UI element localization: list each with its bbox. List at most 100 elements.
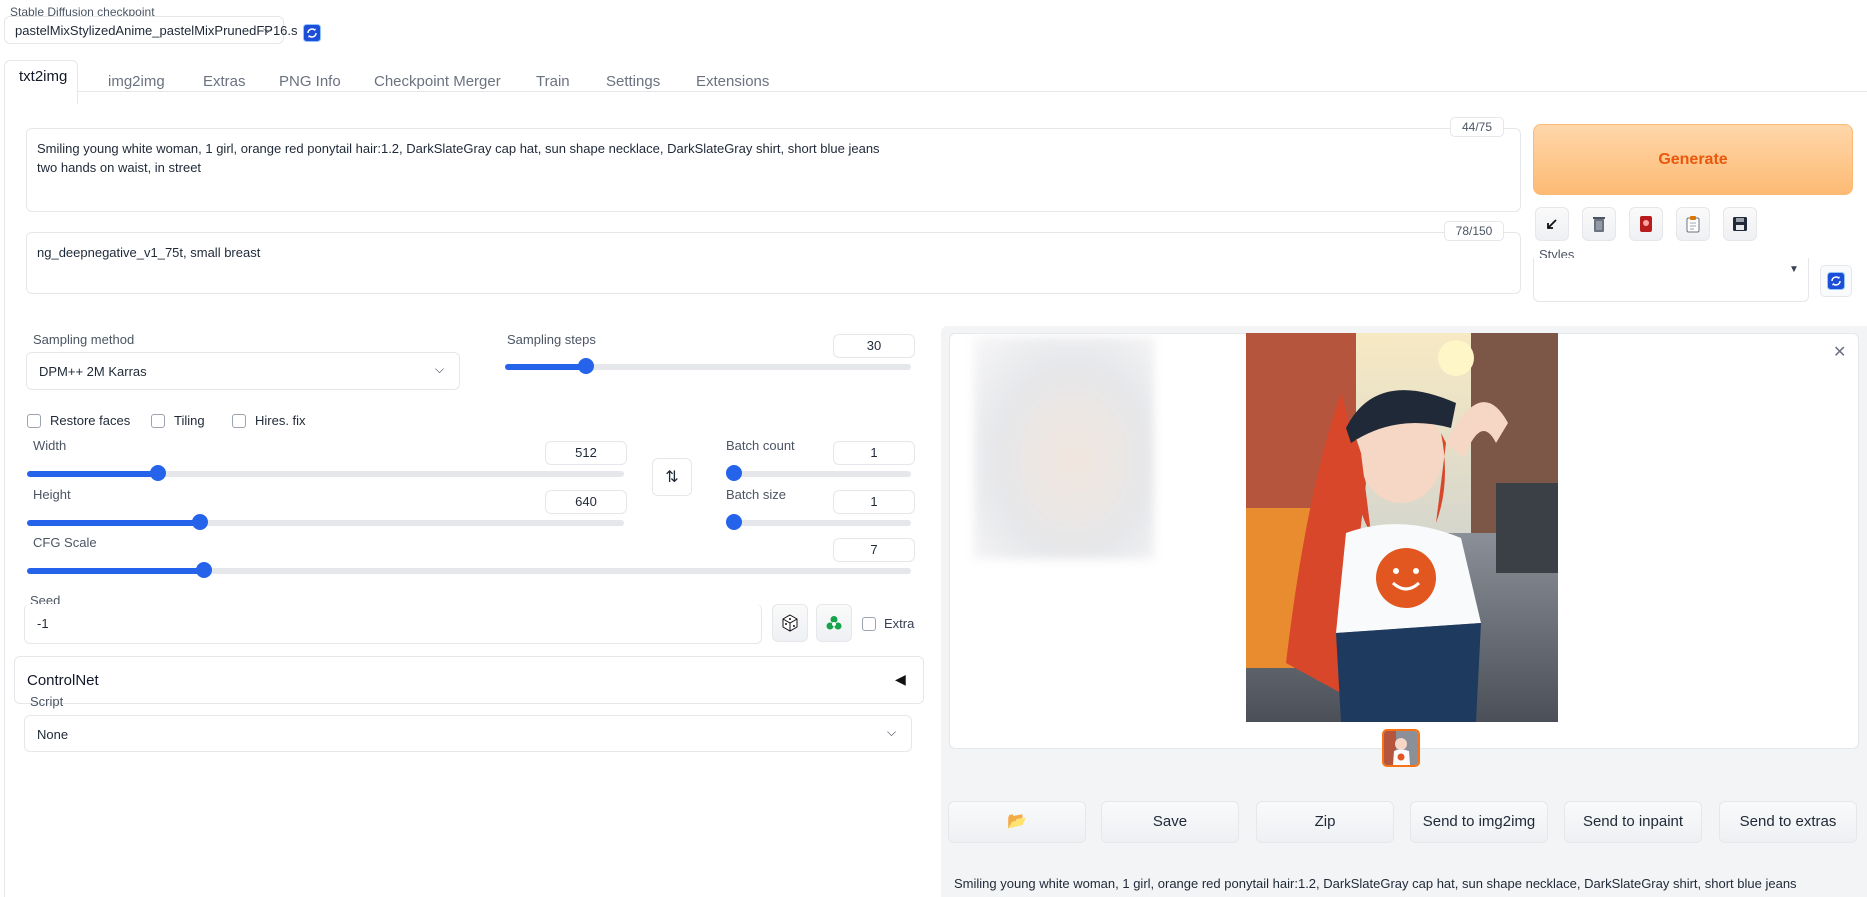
gallery-thumbnail[interactable] (1382, 729, 1420, 767)
extra-seed-checkbox[interactable] (862, 617, 876, 631)
save-button[interactable]: Save (1101, 801, 1239, 843)
tab-txt2img-label: txt2img (19, 68, 68, 85)
cfg-scale-label: CFG Scale (33, 535, 97, 550)
tab-train[interactable]: Train (536, 61, 570, 103)
batch-count-slider[interactable] (726, 465, 911, 481)
slider-thumb[interactable] (726, 465, 742, 481)
width-input[interactable]: 512 (545, 441, 627, 465)
folder-icon: 📂 (1007, 813, 1027, 830)
send-to-extras-button[interactable]: Send to extras (1719, 801, 1857, 843)
batch-size-slider[interactable] (726, 514, 911, 530)
tab-txt2img[interactable]: txt2img (4, 60, 78, 104)
clear-prompt-button[interactable] (1582, 207, 1616, 241)
reuse-seed-button[interactable] (816, 604, 852, 642)
zip-button[interactable]: Zip (1256, 801, 1394, 843)
checkpoint-value: pastelMixStylizedAnime_pastelMixPrunedFP… (15, 23, 298, 38)
generate-button[interactable]: Generate (1533, 124, 1853, 195)
read-params-button[interactable] (1535, 207, 1569, 241)
card-icon (1640, 216, 1652, 232)
swap-arrows-icon: ⇅ (665, 469, 679, 486)
slider-thumb[interactable] (192, 514, 209, 530)
tiling-label: Tiling (174, 413, 205, 428)
floppy-disk-icon (1733, 217, 1747, 231)
checkpoint-select[interactable]: pastelMixStylizedAnime_pastelMixPrunedFP… (4, 16, 298, 44)
close-gallery-icon[interactable]: ✕ (1833, 342, 1846, 362)
send-to-inpaint-button[interactable]: Send to inpaint (1564, 801, 1702, 843)
seed-value: -1 (37, 616, 49, 631)
tab-settings[interactable]: Settings (606, 61, 660, 103)
negative-prompt-textarea[interactable]: ng_deepnegative_v1_75t, small breast (26, 232, 1521, 294)
batch-count-input[interactable]: 1 (833, 441, 915, 465)
tab-checkpoint-merger[interactable]: Checkpoint Merger (374, 61, 501, 103)
tab-extras[interactable]: Extras (203, 61, 246, 103)
height-input[interactable]: 640 (545, 490, 627, 514)
restore-faces-checkbox[interactable] (27, 414, 41, 428)
chevron-down-icon: ⌵ (435, 362, 445, 376)
extra-seed-label: Extra (884, 616, 915, 631)
height-label: Height (33, 487, 71, 502)
width-label: Width (33, 438, 67, 453)
generation-info-text: Smiling young white woman, 1 girl, orang… (954, 876, 1797, 891)
seed-input[interactable]: -1 (24, 604, 762, 644)
sampling-method-value: DPM++ 2M Karras (39, 364, 147, 379)
sampling-method-label: Sampling method (33, 332, 135, 347)
arrow-diagonal-icon (1547, 219, 1557, 229)
slider-thumb[interactable] (150, 465, 167, 481)
random-seed-button[interactable] (772, 604, 808, 642)
negative-prompt-text: ng_deepnegative_v1_75t, small breast (37, 245, 261, 260)
cfg-scale-input[interactable]: 7 (833, 538, 915, 562)
hires-fix-checkbox[interactable] (232, 414, 246, 428)
apply-style-button[interactable] (1676, 207, 1710, 241)
generate-label: Generate (1658, 150, 1728, 168)
extra-networks-button[interactable] (1629, 207, 1663, 241)
sampling-steps-label: Sampling steps (507, 332, 596, 347)
send-to-img2img-button[interactable]: Send to img2img (1410, 801, 1548, 843)
refresh-checkpoint-button[interactable] (300, 21, 324, 45)
cfg-scale-slider[interactable] (27, 562, 911, 578)
batch-size-input[interactable]: 1 (833, 490, 915, 514)
script-value: None (37, 727, 69, 742)
prompt-line-2: two hands on waist, in street (37, 160, 202, 175)
restore-faces-label: Restore faces (50, 413, 131, 428)
slider-thumb[interactable] (195, 562, 212, 578)
collapse-arrow-icon: ◀ (895, 671, 906, 687)
controlnet-label: ControlNet (27, 672, 99, 689)
styles-dropdown[interactable]: ▼ (1533, 258, 1809, 302)
prompt-line-1: Smiling young white woman, 1 girl, orang… (37, 141, 880, 156)
tab-extensions[interactable]: Extensions (696, 61, 769, 103)
dice-icon (782, 614, 798, 632)
negative-prompt-token-counter: 78/150 (1444, 221, 1504, 241)
swap-dimensions-button[interactable]: ⇅ (652, 458, 692, 496)
trash-icon (1593, 217, 1605, 232)
refresh-icon (303, 24, 321, 42)
prompt-token-counter: 44/75 (1450, 117, 1504, 137)
refresh-styles-button[interactable] (1820, 265, 1852, 297)
script-label: Script (30, 694, 64, 709)
width-slider[interactable] (27, 465, 624, 481)
batch-count-label: Batch count (726, 438, 795, 453)
preview-placeholder (974, 337, 1154, 559)
height-slider[interactable] (27, 514, 624, 530)
chevron-down-icon: ⌵ (263, 22, 273, 36)
script-select[interactable]: None ⌵ (24, 715, 912, 752)
chevron-down-icon: ⌵ (887, 725, 897, 739)
sampling-method-select[interactable]: DPM++ 2M Karras ⌵ (26, 352, 460, 390)
recycle-icon (826, 616, 842, 630)
controlnet-accordion[interactable]: ControlNet ◀ (14, 656, 924, 704)
slider-thumb[interactable] (726, 514, 742, 530)
tab-png-info[interactable]: PNG Info (279, 61, 341, 103)
generated-image[interactable] (1246, 333, 1558, 722)
tiling-checkbox[interactable] (151, 414, 165, 428)
open-folder-button[interactable]: 📂 (948, 801, 1086, 843)
clipboard-icon (1686, 216, 1700, 233)
tab-img2img[interactable]: img2img (108, 61, 165, 103)
dropdown-arrow-icon: ▼ (1789, 264, 1799, 275)
sampling-steps-input[interactable]: 30 (833, 334, 915, 358)
refresh-icon (1827, 272, 1845, 290)
hires-fix-label: Hires. fix (255, 413, 306, 428)
prompt-textarea[interactable]: Smiling young white woman, 1 girl, orang… (26, 128, 1521, 212)
save-style-button[interactable] (1723, 207, 1757, 241)
tab-underline (78, 91, 1867, 92)
sampling-steps-slider[interactable] (505, 358, 911, 374)
slider-thumb[interactable] (578, 358, 595, 374)
